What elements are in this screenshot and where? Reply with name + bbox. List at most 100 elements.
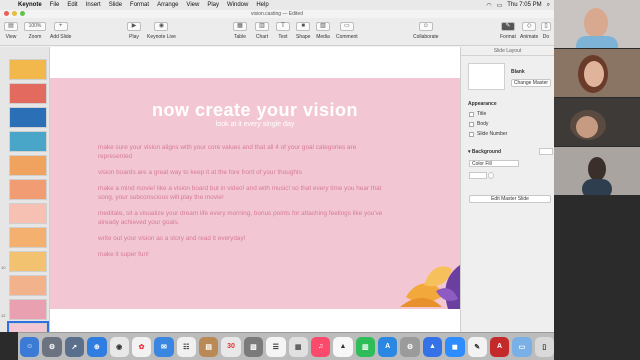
slide-thumbnail[interactable] (9, 227, 47, 248)
document-button[interactable]: ▯ Do (541, 22, 551, 40)
fill-type-select[interactable]: Color Fill (469, 160, 519, 167)
bullet-item: vision boards are a great way to keep it… (98, 169, 302, 176)
shape-button[interactable]: ■ Shape (296, 22, 310, 40)
menu-arrange[interactable]: Arrange (153, 2, 182, 8)
music-icon[interactable]: ♫ (310, 336, 331, 357)
slide-body[interactable]: make sure your vision aligns with your c… (98, 143, 388, 266)
slide-thumbnail[interactable] (9, 203, 47, 224)
reminders-icon[interactable]: ☰ (266, 336, 286, 357)
flower-illustration (400, 265, 460, 309)
shape-icon: ■ (296, 22, 311, 31)
table-button[interactable]: ▦ Table (233, 22, 247, 40)
participant-face (576, 116, 598, 138)
wifi-icon[interactable]: ◠ (486, 2, 491, 9)
menu-slide[interactable]: Slide (105, 2, 126, 8)
calendar-icon[interactable]: 30 (221, 336, 241, 357)
slide-thumbnail[interactable] (9, 83, 47, 104)
battery-icon[interactable]: ▭ (497, 2, 503, 9)
trash-icon[interactable]: ▯ (534, 336, 554, 357)
keynote-icon[interactable]: ▲ (422, 336, 443, 357)
rocket-icon[interactable]: ➚ (64, 336, 85, 357)
format-inspector: Slide Layout Blank Change Master Appeara… (460, 47, 554, 332)
menu-edit[interactable]: Edit (63, 2, 81, 8)
comment-button[interactable]: ▭ Comment (336, 22, 358, 40)
participant-video-2[interactable] (554, 49, 640, 97)
title-checkbox[interactable]: Title (469, 111, 486, 117)
app-store-icon[interactable]: A (378, 336, 398, 357)
slide-thumbnail[interactable] (9, 179, 47, 200)
animate-icon: ◇ (522, 22, 537, 31)
menu-format[interactable]: Format (126, 2, 153, 8)
calendar-2-icon[interactable]: ▦ (288, 336, 308, 357)
textedit-icon[interactable]: ✎ (467, 336, 487, 357)
slide-navigator: 101213 (0, 47, 50, 332)
play-button[interactable]: ▶ Play (127, 22, 141, 40)
zoom-control[interactable]: 100% Zoom (24, 22, 46, 40)
toolbar: ▤ View 100% Zoom + Add Slide ▶ Play ◉ Ke… (0, 18, 554, 46)
change-master-button[interactable]: Change Master (511, 79, 551, 87)
menu-insert[interactable]: Insert (82, 2, 105, 8)
zoom-window-button[interactable] (20, 11, 25, 16)
notes-icon[interactable]: ▤ (199, 336, 219, 357)
system-preferences-icon[interactable]: ⚙ (400, 336, 420, 357)
slide-title[interactable]: now create your vision (50, 100, 460, 121)
tab-slide-layout[interactable]: Slide Layout (461, 47, 554, 56)
slide-canvas[interactable]: now create your vision look at it every … (50, 47, 460, 332)
slide-thumbnail[interactable] (9, 251, 47, 272)
format-button[interactable]: ✎ Format (500, 22, 516, 40)
color-picker-icon[interactable] (488, 172, 494, 179)
slide-thumbnail[interactable] (9, 275, 47, 296)
slide-thumbnail[interactable] (7, 321, 49, 332)
slide-thumbnail[interactable] (9, 59, 47, 80)
animate-button[interactable]: ◇ Animate (520, 22, 538, 40)
fill-color-well[interactable] (469, 172, 487, 179)
keynote-live-button[interactable]: ◉ Keynote Live (147, 22, 176, 40)
photos-icon[interactable]: ✿ (131, 336, 152, 357)
menu-clock[interactable]: Thu 7:05 PM (507, 2, 541, 8)
zoom-app-icon[interactable]: ◼ (445, 336, 465, 357)
menu-help[interactable]: Help (252, 2, 272, 8)
slide-thumbnail[interactable] (9, 299, 47, 320)
menu-play[interactable]: Play (203, 2, 223, 8)
close-window-button[interactable] (4, 11, 9, 16)
participant-video-3[interactable] (554, 98, 640, 146)
preview-icon[interactable]: ▧ (243, 336, 264, 357)
menu-file[interactable]: File (46, 2, 64, 8)
body-checkbox[interactable]: Body (469, 121, 488, 127)
participant-shirt (576, 36, 618, 48)
menu-window[interactable]: Window (223, 2, 252, 8)
maps-icon[interactable]: ▲ (333, 336, 353, 357)
slide-subtitle[interactable]: look at it every single day (50, 121, 460, 128)
current-slide[interactable]: now create your vision look at it every … (50, 78, 460, 309)
bullet-item: write out your vision as a story and rea… (98, 235, 246, 242)
acrobat-icon[interactable]: A (489, 336, 510, 357)
minimize-window-button[interactable] (12, 11, 17, 16)
numbers-icon[interactable]: ▥ (355, 336, 375, 357)
slide-thumbnail[interactable] (9, 131, 47, 152)
background-color-well[interactable] (539, 148, 553, 155)
chart-button[interactable]: ▥ Chart (255, 22, 269, 40)
mail-icon[interactable]: ✉ (154, 336, 174, 357)
finder-icon[interactable]: ☺ (20, 336, 40, 357)
menu-view[interactable]: View (182, 2, 203, 8)
launchpad-icon[interactable]: ⚙ (42, 336, 62, 357)
bullet-item: make it super fun! (98, 251, 149, 258)
safari-icon[interactable]: ⊕ (87, 336, 107, 357)
collaborate-button[interactable]: ☺ Collaborate (413, 22, 439, 40)
participant-video-1[interactable] (554, 0, 640, 48)
menu-app[interactable]: Keynote (14, 2, 46, 8)
media-button[interactable]: ▧ Media (316, 22, 330, 40)
slide-number-checkbox[interactable]: Slide Number (469, 131, 507, 137)
text-button[interactable]: T Text (276, 22, 290, 40)
contacts-icon[interactable]: ☷ (176, 336, 196, 357)
layout-preview[interactable] (468, 63, 505, 90)
add-slide-button[interactable]: + Add Slide (50, 22, 71, 40)
participant-video-4[interactable] (554, 147, 640, 195)
view-button[interactable]: ▤ View (4, 22, 18, 40)
chrome-icon[interactable]: ◉ (109, 336, 129, 357)
folder-icon[interactable]: ▭ (512, 336, 532, 357)
slide-thumbnail[interactable] (9, 155, 47, 176)
slide-thumbnail[interactable] (9, 107, 47, 128)
edit-master-slide-button[interactable]: Edit Master Slide (469, 195, 551, 203)
search-icon[interactable]: ⌕ (547, 2, 550, 9)
